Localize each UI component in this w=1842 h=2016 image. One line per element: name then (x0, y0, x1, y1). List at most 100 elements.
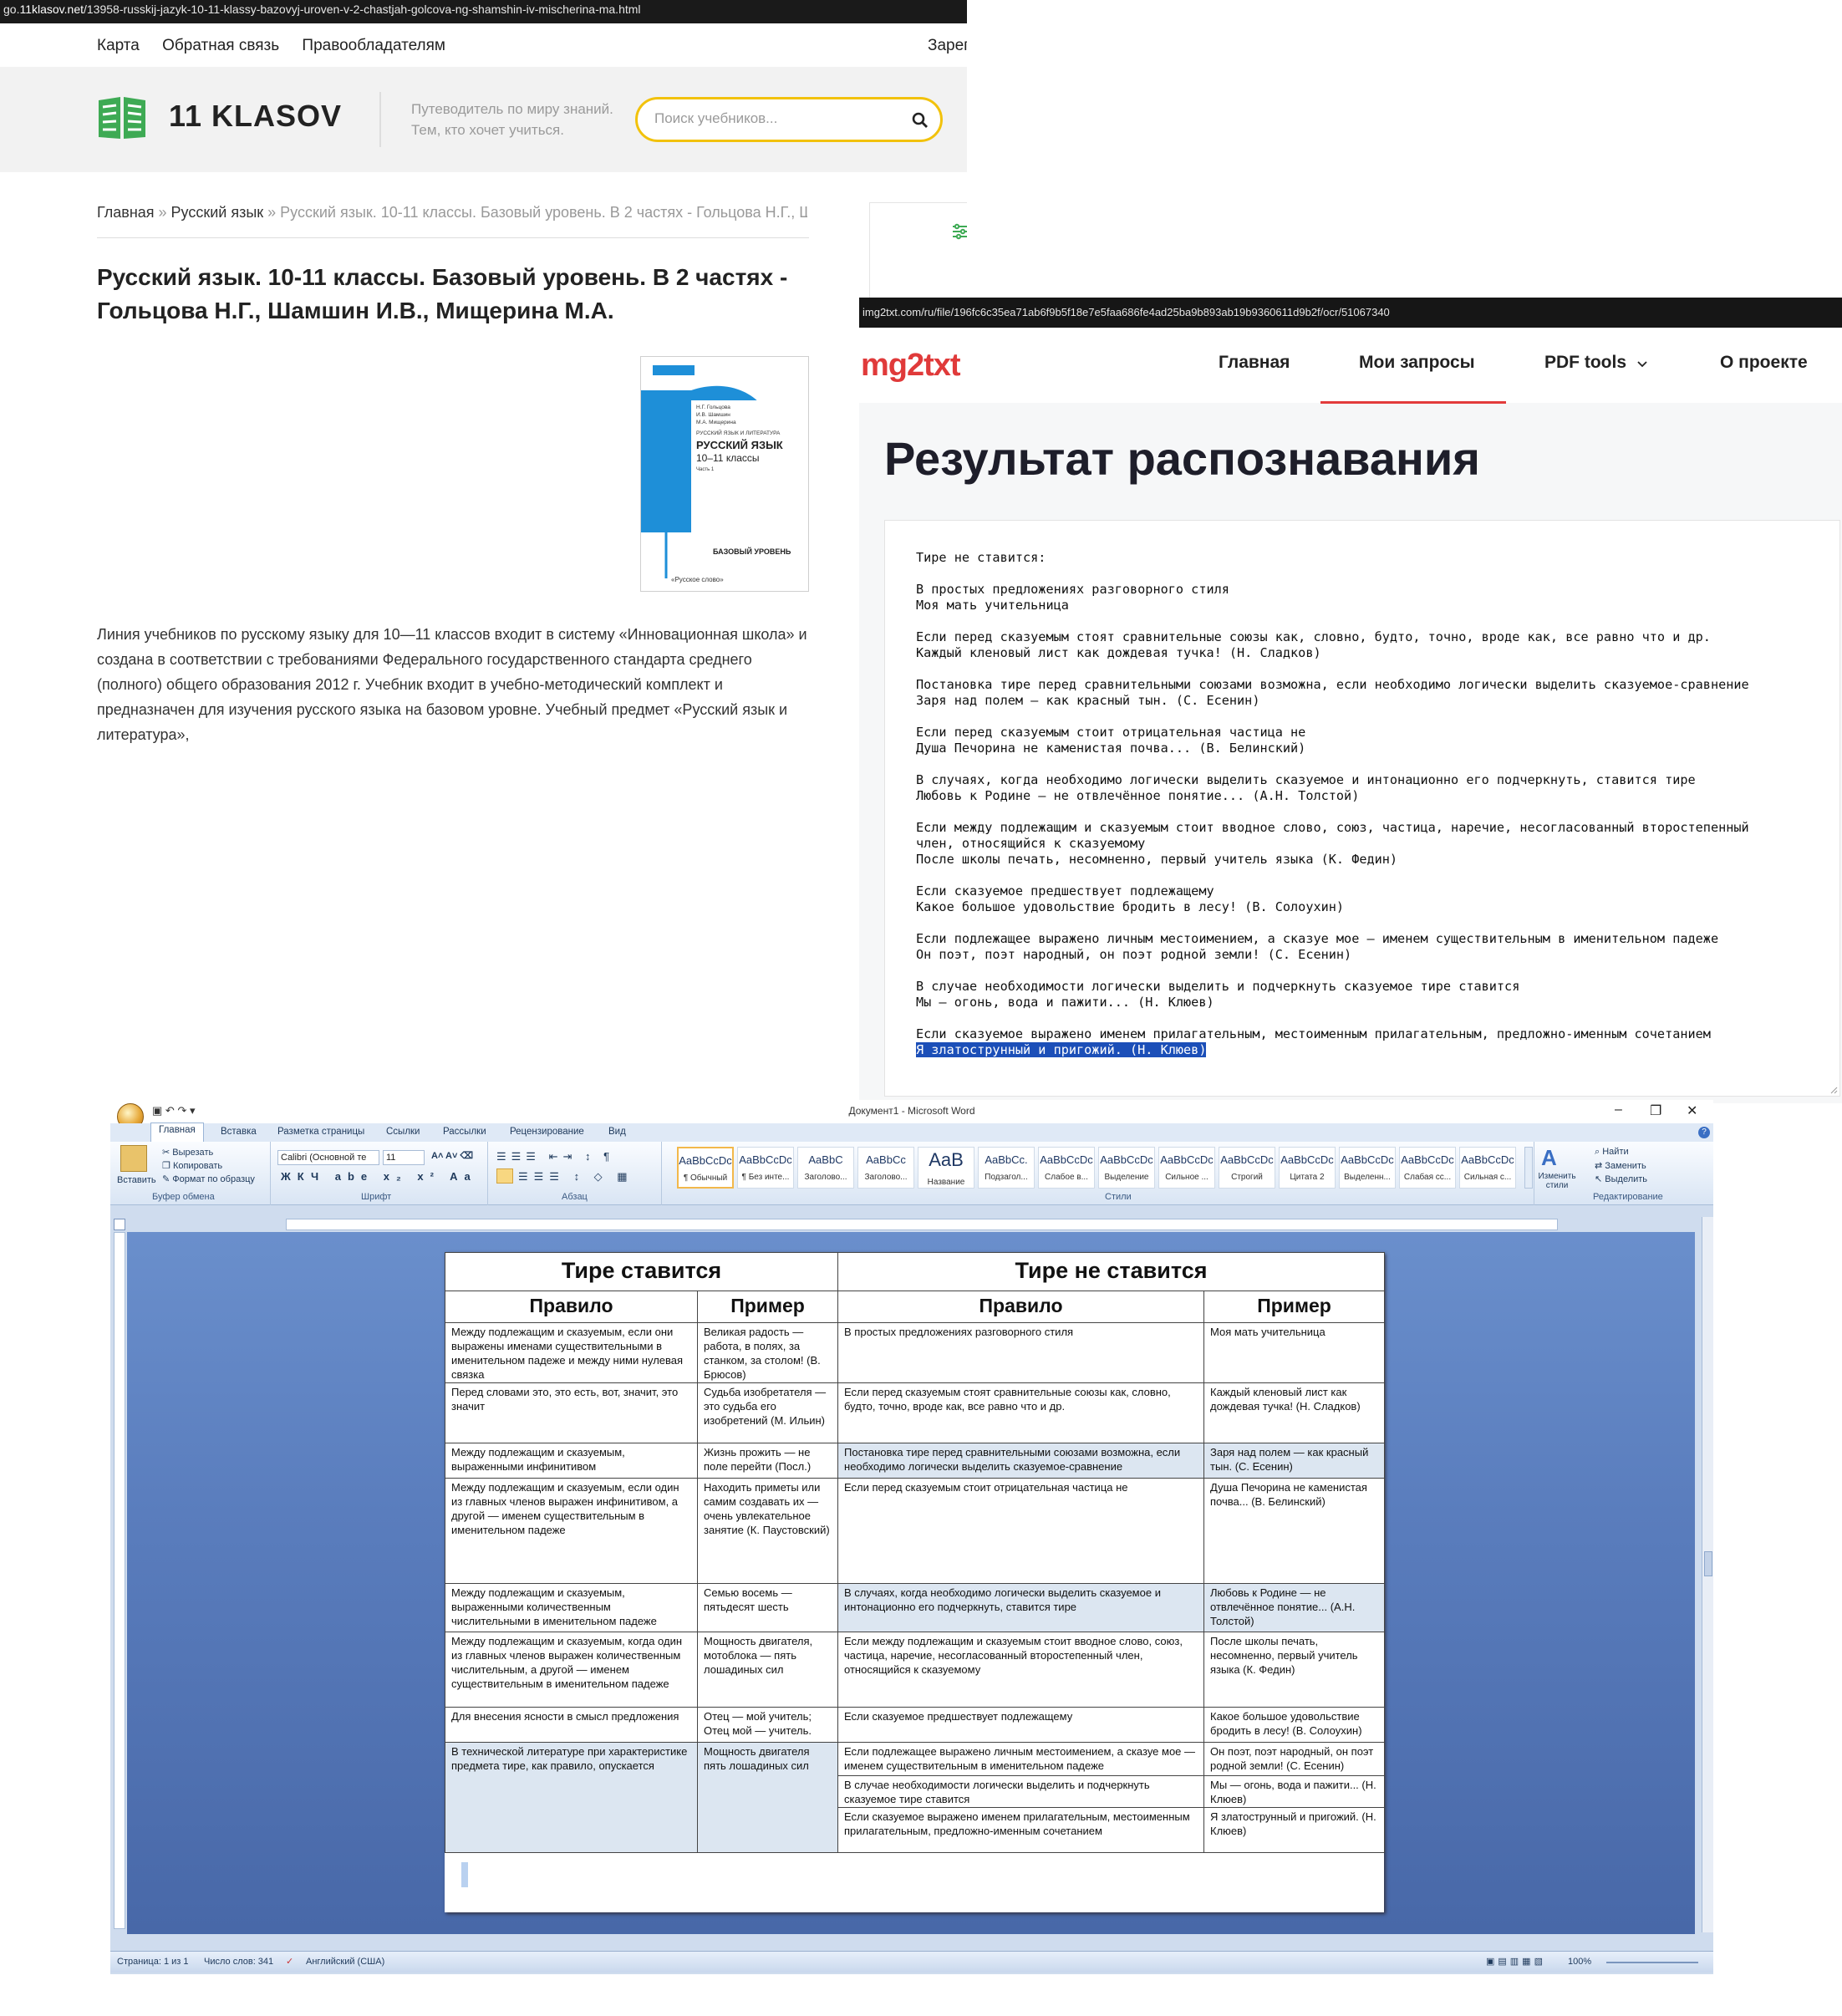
grow-shrink-font-buttons[interactable]: A˄ A˅ ⌫ (431, 1150, 473, 1161)
address-bar[interactable]: img2txt.com/ru/file/196fc6c35ea71ab6f9b5… (859, 298, 1842, 328)
style-6[interactable]: AaBbCc. Подзагол... (978, 1147, 1035, 1189)
tab-page-layout[interactable]: Разметка страницы (277, 1127, 364, 1137)
table-cell[interactable]: Семью восемь — пятьдесят шесть (696, 1583, 839, 1632)
table-cell[interactable]: Моя мать учительница (1203, 1322, 1386, 1383)
alignment-buttons[interactable]: ☰☰☰ ↕ ◇ ▦ (518, 1170, 634, 1184)
ocr-selected-text[interactable]: Я златострунный и пригожий. (Н. Клюев) (916, 1042, 1207, 1057)
help-icon[interactable]: ? (1698, 1127, 1710, 1138)
table-cell[interactable]: Перед словами это, это есть, вот, значит… (445, 1382, 698, 1443)
scroll-thumb[interactable] (1704, 1551, 1712, 1576)
style-13[interactable]: AaBbCcDc Слабая сс... (1399, 1147, 1456, 1189)
document-page[interactable]: Тире ставится Тире не ставится Правило При… (444, 1252, 1386, 1912)
select-button[interactable]: ↖ Выделить (1595, 1173, 1647, 1184)
table-cell[interactable]: Между подлежащим и сказуемым, если они в… (445, 1322, 698, 1383)
status-words[interactable]: Число слов: 341 (204, 1957, 273, 1967)
table-cell[interactable]: Какое большое удовольствие бродить в лес… (1203, 1707, 1386, 1743)
table-cell[interactable]: Для внесения ясности в смысл предложения (445, 1707, 698, 1743)
style-4[interactable]: AaBbCc Заголово... (857, 1147, 914, 1189)
table-cell[interactable]: В случае необходимости логически выделит… (837, 1775, 1205, 1808)
table-cell[interactable]: Душа Печорина не каменистая почва... (В.… (1203, 1478, 1386, 1584)
tab-references[interactable]: Ссылки (386, 1127, 420, 1137)
font-size-select[interactable]: 11 (383, 1150, 425, 1165)
table-cell[interactable]: Заря над полем — как красный тын. (С. Ес… (1203, 1443, 1386, 1479)
style-10[interactable]: AaBbCcDc Строгий (1219, 1147, 1275, 1189)
style-1[interactable]: AaBbCcDc ¶ Обычный (677, 1147, 734, 1189)
style-11[interactable]: AaBbCcDc Цитата 2 (1279, 1147, 1336, 1189)
rules-table[interactable]: Тире ставится Тире не ставится Правило При… (444, 1252, 1386, 1853)
filter-sliders-icon[interactable] (952, 223, 967, 240)
nav-link-copyright[interactable]: Правообладателям (302, 37, 445, 54)
search-icon[interactable] (912, 112, 929, 129)
horizontal-ruler[interactable] (286, 1219, 1558, 1230)
tab-home[interactable]: Главная (150, 1123, 204, 1142)
tab-selector-icon[interactable] (114, 1219, 125, 1230)
site-logo[interactable]: mg2txt (861, 348, 961, 384)
tab-mailings[interactable]: Рассылки (443, 1127, 486, 1137)
table-cell[interactable]: Постановка тире перед сравнительными сою… (837, 1443, 1205, 1479)
table-cell[interactable]: Жизнь прожить — не поле перейти (Посл.) (696, 1443, 839, 1479)
replace-button[interactable]: ⇄ Заменить (1595, 1160, 1646, 1171)
nav-link-map[interactable]: Карта (97, 37, 140, 54)
paste-button[interactable]: Вставить (117, 1175, 156, 1185)
table-cell[interactable]: В технической литературе при характерист… (445, 1742, 698, 1853)
style-12[interactable]: AaBbCcDc Выделенн... (1339, 1147, 1396, 1189)
status-page[interactable]: Страница: 1 из 1 (117, 1957, 189, 1967)
zoom-slider[interactable] (1606, 1962, 1698, 1963)
format-painter-button[interactable]: ✎ Формат по образцу (162, 1173, 255, 1184)
search-input[interactable]: Поиск учебников... (635, 97, 943, 142)
table-cell[interactable]: Я златострунный и пригожий. (Н. Клюев) (1203, 1807, 1386, 1853)
table-cell[interactable]: Если перед сказуемым стоят сравнительные… (837, 1382, 1205, 1443)
table-cell[interactable]: Между подлежащим и сказуемым, если один … (445, 1478, 698, 1584)
font-format-buttons[interactable]: ЖКЧ abe x₂ x² Aa (281, 1170, 477, 1183)
table-cell[interactable]: Если между подлежащим и сказуемым стоит … (837, 1632, 1205, 1708)
close-button[interactable]: ✕ (1687, 1102, 1697, 1119)
table-cell[interactable]: Если сказуемое выражено именем прилагате… (837, 1807, 1205, 1853)
table-cell[interactable]: Мы — огонь, вода и пажити... (Н. Клюев) (1203, 1775, 1386, 1808)
book-cover-image[interactable]: Н.Г. Гольцова И.В. Шамшин М.А. Мищерина РУ… (640, 356, 809, 592)
vertical-ruler[interactable] (114, 1232, 125, 1929)
table-cell[interactable]: Он поэт, поэт народный, он поэт родной з… (1203, 1742, 1386, 1776)
tab-review[interactable]: Рецензирование (510, 1127, 584, 1137)
breadcrumb-section[interactable]: Русский язык (171, 204, 264, 221)
proofing-icon[interactable]: ✓ (286, 1956, 293, 1967)
copy-button[interactable]: ❐ Копировать (162, 1160, 222, 1171)
table-cell[interactable]: Мощность двигателя, мотоблока — пять лош… (696, 1632, 839, 1708)
view-mode-buttons[interactable]: ▣▤▥▦▧ (1486, 1956, 1546, 1967)
table-cell[interactable]: Отец — мой учитель; Отец мой — учитель. (696, 1707, 839, 1743)
table-cell[interactable]: Если подлежащее выражено личным местоиме… (837, 1742, 1205, 1776)
table-cell[interactable]: Если сказуемое предшествует подлежащему (837, 1707, 1205, 1743)
vertical-scrollbar[interactable] (1702, 1217, 1713, 1932)
maximize-button[interactable]: ❐ (1650, 1102, 1661, 1119)
minimize-button[interactable]: – (1615, 1102, 1622, 1117)
address-bar[interactable]: go.11klasov.net/13958-russkij-jazyk-10-1… (0, 0, 967, 23)
change-styles-button[interactable]: Изменить стили (1536, 1172, 1578, 1190)
nav-my-requests[interactable]: Мои запросы (1359, 353, 1475, 373)
list-buttons[interactable]: ☰☰☰ ⇤⇥ ↕ ¶ (496, 1150, 614, 1163)
style-2[interactable]: AaBbCcDc ¶ Без инте... (737, 1147, 794, 1189)
styles-scroll-icon[interactable] (1524, 1147, 1533, 1189)
breadcrumb-home[interactable]: Главная (97, 204, 155, 221)
register-link[interactable]: Зарег (928, 37, 967, 55)
style-8[interactable]: AaBbCcDc Выделение (1098, 1147, 1155, 1189)
style-14[interactable]: AaBbCcDc Сильная с... (1459, 1147, 1516, 1189)
nav-link-feedback[interactable]: Обратная связь (162, 37, 279, 54)
zoom-level[interactable]: 100% (1568, 1957, 1591, 1967)
nav-about[interactable]: О проекте (1720, 353, 1808, 373)
table-cell[interactable]: Судьба изобретателя — это судьба его изо… (696, 1382, 839, 1443)
table-cell[interactable]: Если перед сказуемым стоит отрицательная… (837, 1478, 1205, 1584)
tab-view[interactable]: Вид (608, 1127, 626, 1137)
table-cell[interactable]: Мощность двигателя пять лошадиных сил (696, 1742, 839, 1853)
font-name-select[interactable]: Calibri (Основной те (277, 1150, 379, 1165)
status-language[interactable]: Английский (США) (306, 1957, 384, 1967)
resize-grip-icon[interactable] (1829, 1086, 1838, 1094)
site-logo-text[interactable]: 11 KLASOV (169, 99, 342, 134)
tab-insert[interactable]: Вставка (221, 1127, 257, 1137)
table-cell[interactable]: Великая радость — работа, в полях, за ст… (696, 1322, 839, 1383)
nav-home[interactable]: Главная (1219, 353, 1290, 373)
ocr-text[interactable]: Тире не ставится: В простых предложениях… (916, 550, 1835, 1058)
table-cell[interactable]: В случаях, когда необходимо логически вы… (837, 1583, 1205, 1632)
style-3[interactable]: AaBbC Заголово... (797, 1147, 854, 1189)
book-logo-icon[interactable] (97, 94, 147, 142)
table-cell[interactable]: Каждый кленовый лист как дождевая тучка!… (1203, 1382, 1386, 1443)
table-cell[interactable]: Находить приметы или самим создавать их … (696, 1478, 839, 1584)
